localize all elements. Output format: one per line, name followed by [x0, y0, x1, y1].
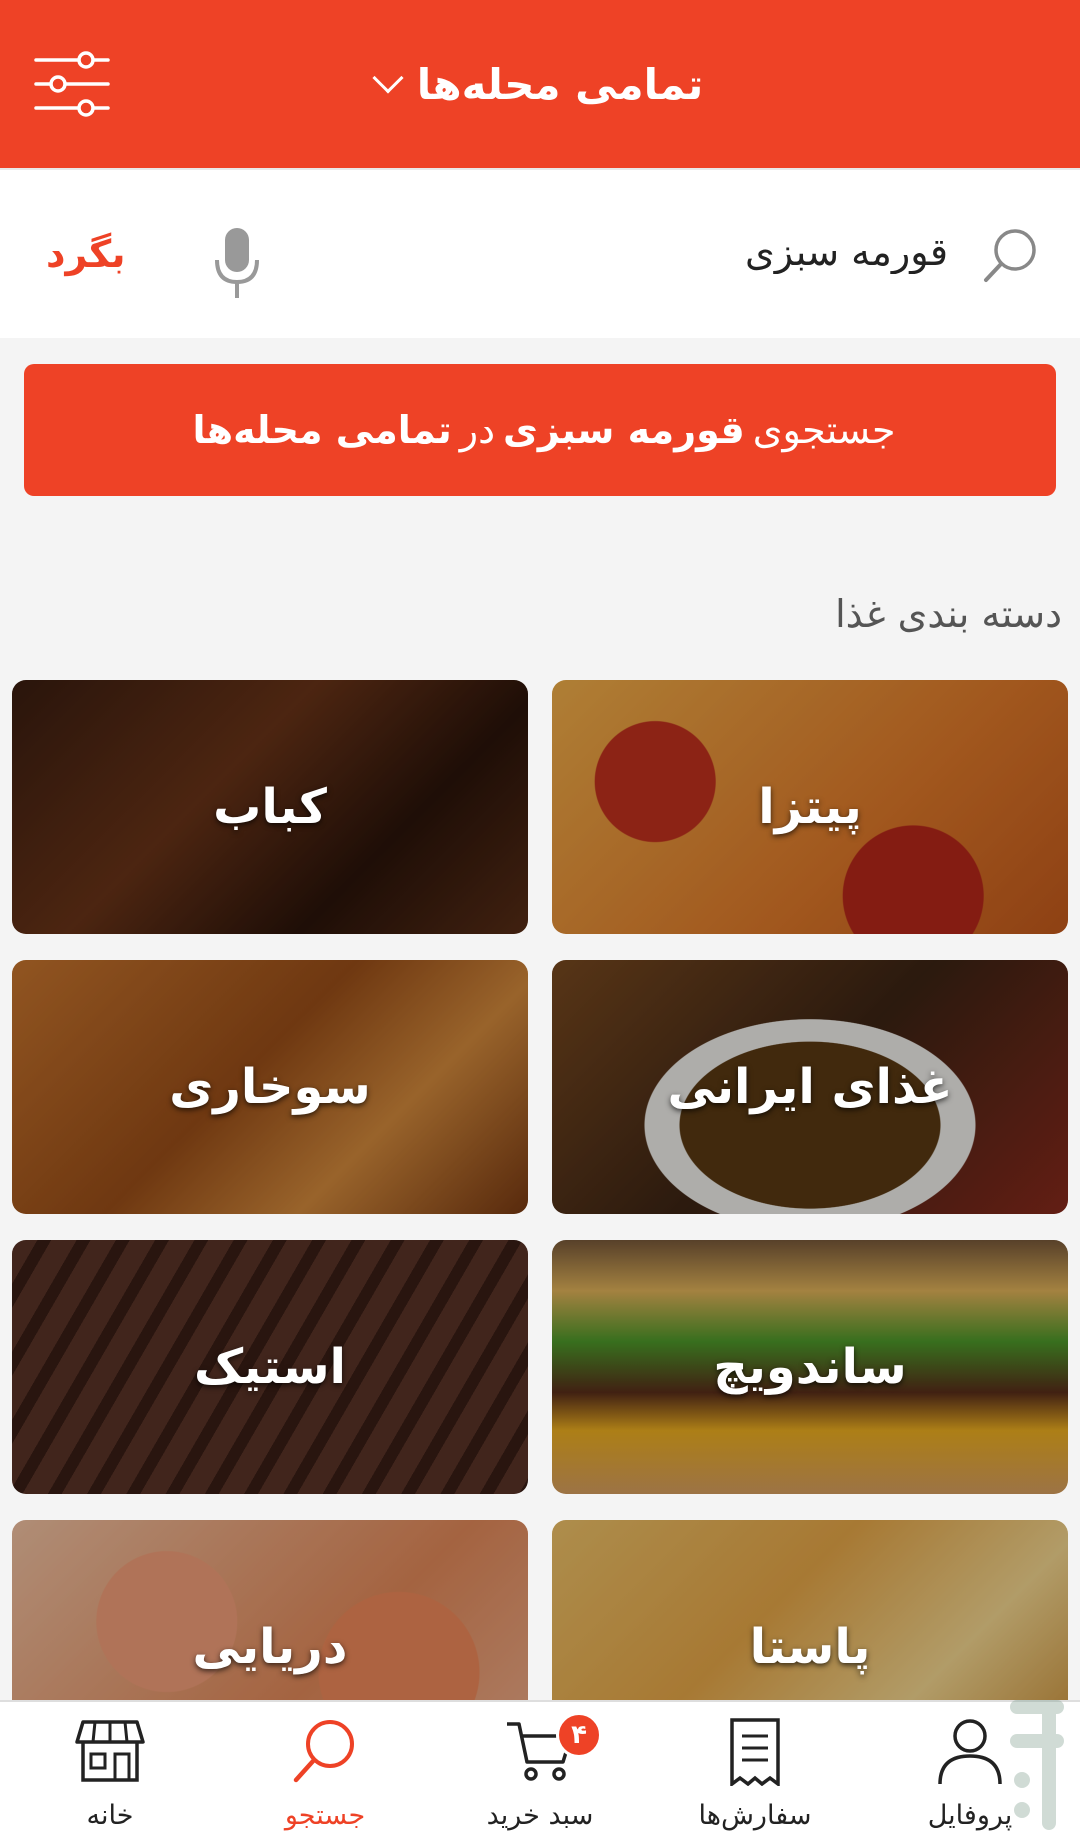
- neighborhood-selector-label: تمامی محله‌ها: [416, 59, 704, 109]
- nav-label-cart: سبد خرید: [486, 1800, 594, 1831]
- search-icon: [984, 229, 1036, 282]
- search-all-neighborhoods-button[interactable]: جستجوی قورمه سبزی در تمامی محله‌ها: [24, 364, 1056, 496]
- receipt-icon: [730, 1718, 780, 1786]
- chevron-down-icon: [372, 62, 404, 94]
- category-label: کباب: [213, 779, 327, 835]
- top-app-bar: تمامی محله‌ها: [0, 0, 1080, 168]
- nav-label-search: جستجو: [284, 1800, 366, 1831]
- bottom-navigation: پروفایل سفارش‌ها ۴ سبد خرید جستجو: [0, 1700, 1080, 1848]
- cart-count-badge: ۴: [556, 1712, 602, 1758]
- search-submit-button[interactable]: بگرد: [46, 232, 126, 276]
- category-card-fried-chicken[interactable]: سوخاری: [12, 960, 528, 1214]
- search-all-middle: در: [459, 408, 496, 452]
- filter-sliders-icon[interactable]: [34, 50, 110, 118]
- search-all-query: قورمه سبزی: [503, 408, 745, 452]
- food-categories-title: دسته بندی غذا: [835, 592, 1062, 636]
- category-card-kabab[interactable]: کباب: [12, 680, 528, 934]
- nav-item-home[interactable]: خانه: [30, 1702, 190, 1848]
- neighborhood-selector[interactable]: تمامی محله‌ها: [372, 59, 704, 109]
- search-bar: بگرد: [0, 168, 1080, 338]
- search-input[interactable]: [528, 230, 948, 274]
- category-label: دریایی: [192, 1619, 348, 1675]
- nav-item-orders[interactable]: سفارش‌ها: [675, 1702, 835, 1848]
- category-label: پیتزا: [758, 779, 862, 835]
- store-icon: [75, 1720, 145, 1782]
- nav-item-cart[interactable]: ۴ سبد خرید: [460, 1702, 620, 1848]
- nav-item-search[interactable]: جستجو: [245, 1702, 405, 1848]
- category-label: غذای ایرانی: [667, 1059, 953, 1115]
- microphone-icon[interactable]: [212, 226, 262, 300]
- category-card-pizza[interactable]: پیتزا: [552, 680, 1068, 934]
- category-label: پاستا: [749, 1619, 871, 1675]
- user-icon: [938, 1719, 1002, 1785]
- category-card-sandwich[interactable]: ساندویچ: [552, 1240, 1068, 1494]
- nav-label-home: خانه: [86, 1800, 134, 1831]
- category-label: ساندویچ: [713, 1339, 907, 1395]
- store-watermark-logo: [1010, 1700, 1064, 1830]
- search-icon: [293, 1720, 354, 1783]
- search-all-prefix: جستجوی: [752, 408, 896, 452]
- category-card-iranian-food[interactable]: غذای ایرانی: [552, 960, 1068, 1214]
- category-card-steak[interactable]: استیک: [12, 1240, 528, 1494]
- category-label: استیک: [194, 1339, 346, 1395]
- category-label: سوخاری: [169, 1059, 371, 1115]
- search-all-area: تمامی محله‌ها: [192, 408, 452, 452]
- nav-label-orders: سفارش‌ها: [698, 1800, 812, 1831]
